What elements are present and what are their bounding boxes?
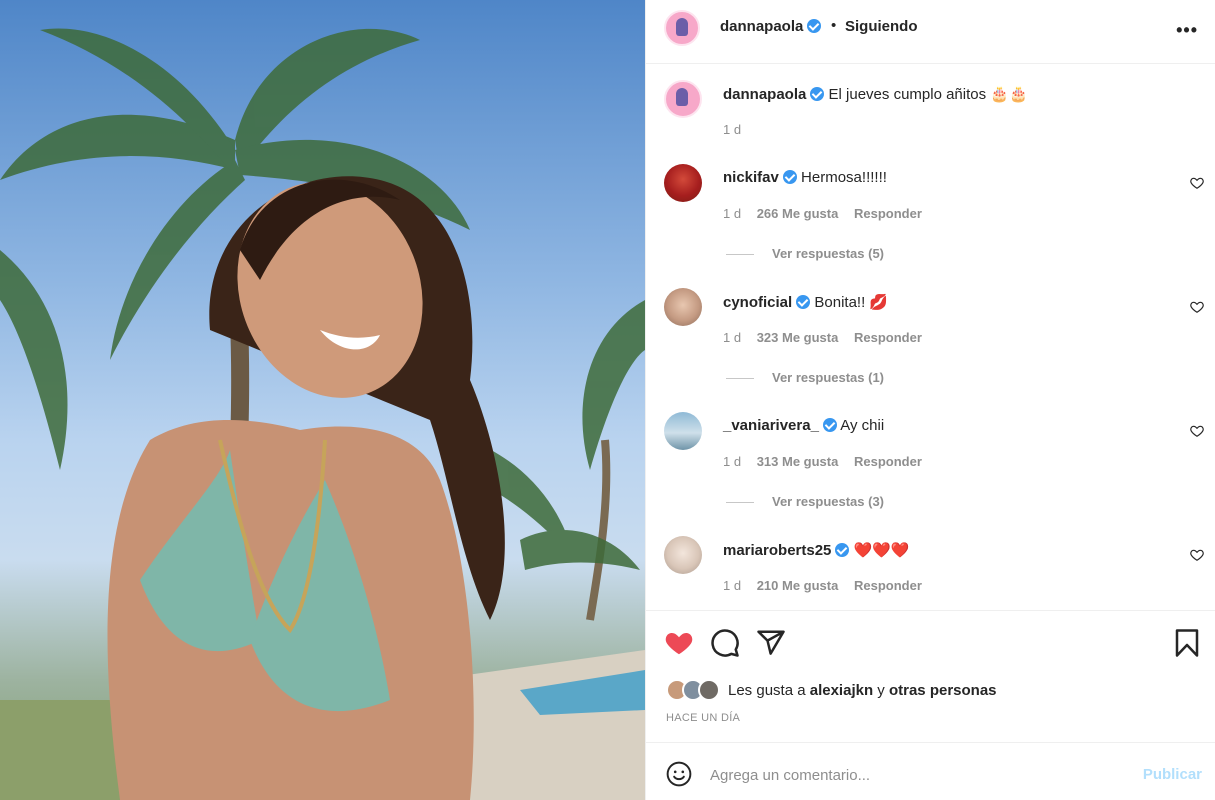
comment-text: ❤️❤️❤️ xyxy=(853,542,910,559)
reply-button[interactable]: Responder xyxy=(854,206,922,221)
comment-composer: Publicar xyxy=(646,744,1215,800)
author-username[interactable]: dannapaola xyxy=(720,18,822,35)
comment-likes[interactable]: 210 Me gusta xyxy=(757,578,839,593)
commenter-avatar[interactable] xyxy=(664,412,702,450)
verified-badge-icon xyxy=(782,170,797,184)
verified-badge-icon xyxy=(807,19,822,33)
commenter-avatar[interactable] xyxy=(664,164,702,202)
comment-time: 1 d xyxy=(723,206,742,221)
replies-divider xyxy=(726,502,754,504)
comment-text: Ay chii xyxy=(840,417,885,434)
verified-badge-icon xyxy=(796,295,811,309)
comment-username[interactable]: _vaniarivera_ xyxy=(723,417,819,434)
verified-badge-icon xyxy=(810,87,825,101)
reply-button[interactable]: Responder xyxy=(854,578,922,593)
comment-likes[interactable]: 313 Me gusta xyxy=(757,454,839,469)
reply-button[interactable]: Responder xyxy=(854,454,922,469)
liker-avatar[interactable] xyxy=(698,679,720,701)
separator-dot: • xyxy=(831,17,837,34)
post-photo[interactable] xyxy=(0,0,645,800)
comment-time: 1 d xyxy=(723,454,742,469)
share-paper-plane-icon[interactable] xyxy=(756,628,786,658)
comment-time: 1 d xyxy=(723,578,742,593)
like-comment-heart-icon[interactable] xyxy=(1190,176,1204,190)
like-comment-heart-icon[interactable] xyxy=(1190,300,1204,314)
view-replies-button[interactable]: Ver respuestas (3) xyxy=(726,494,884,509)
post-header: dannapaola • Siguiendo ••• xyxy=(646,0,1215,64)
caption-text: El jueves cumplo añitos 🎂🎂 xyxy=(828,86,1028,103)
commenter-avatar[interactable] xyxy=(664,288,702,326)
post-detail-panel: dannapaola • Siguiendo ••• dannapaola El… xyxy=(645,0,1215,800)
emoji-icon[interactable] xyxy=(666,761,692,787)
comment-username[interactable]: mariaroberts25 xyxy=(723,542,831,559)
like-heart-icon[interactable] xyxy=(664,628,694,658)
liker-username[interactable]: alexiajkn xyxy=(810,682,873,699)
view-replies-button[interactable]: Ver respuestas (5) xyxy=(726,246,884,261)
comments-list[interactable]: dannapaola El jueves cumplo añitos 🎂🎂 1 … xyxy=(646,64,1215,611)
comment-time: 1 d xyxy=(723,330,742,345)
post-actions: Les gusta a alexiajkn y otras personas H… xyxy=(646,612,1215,743)
comment-text: Hermosa!!!!!! xyxy=(801,169,887,186)
comment-username[interactable]: nickifav xyxy=(723,169,779,186)
likes-and: y xyxy=(877,681,885,699)
verified-badge-icon xyxy=(822,418,837,432)
post-photo-illustration xyxy=(0,28,645,800)
caption-time: 1 d xyxy=(723,122,742,137)
like-comment-heart-icon[interactable] xyxy=(1190,424,1204,438)
comment-likes[interactable]: 266 Me gusta xyxy=(757,206,839,221)
following-button[interactable]: Siguiendo xyxy=(845,18,918,35)
comment-username[interactable]: cynoficial xyxy=(723,294,792,311)
likes-prefix: Les gusta a xyxy=(728,681,806,699)
liked-by: Les gusta a alexiajkn y otras personas xyxy=(666,678,997,702)
caption-username[interactable]: dannapaola xyxy=(723,86,806,103)
reply-button[interactable]: Responder xyxy=(854,330,922,345)
replies-divider xyxy=(726,378,754,380)
author-avatar[interactable] xyxy=(664,10,700,46)
publish-button[interactable]: Publicar xyxy=(1143,766,1202,783)
save-bookmark-icon[interactable] xyxy=(1172,628,1202,658)
comment-bubble-icon[interactable] xyxy=(710,628,740,658)
more-options-icon[interactable]: ••• xyxy=(1176,20,1198,41)
comment-input[interactable] xyxy=(710,758,1130,792)
post-timestamp[interactable]: HACE UN DÍA xyxy=(666,712,740,724)
comment-text: Bonita!! 💋 xyxy=(814,294,889,311)
verified-badge-icon xyxy=(835,543,850,557)
replies-divider xyxy=(726,254,754,256)
like-comment-heart-icon[interactable] xyxy=(1190,548,1204,562)
commenter-avatar[interactable] xyxy=(664,536,702,574)
view-replies-button[interactable]: Ver respuestas (1) xyxy=(726,370,884,385)
caption-avatar[interactable] xyxy=(664,80,702,118)
other-likers-link[interactable]: otras personas xyxy=(889,682,997,699)
comment-likes[interactable]: 323 Me gusta xyxy=(757,330,839,345)
